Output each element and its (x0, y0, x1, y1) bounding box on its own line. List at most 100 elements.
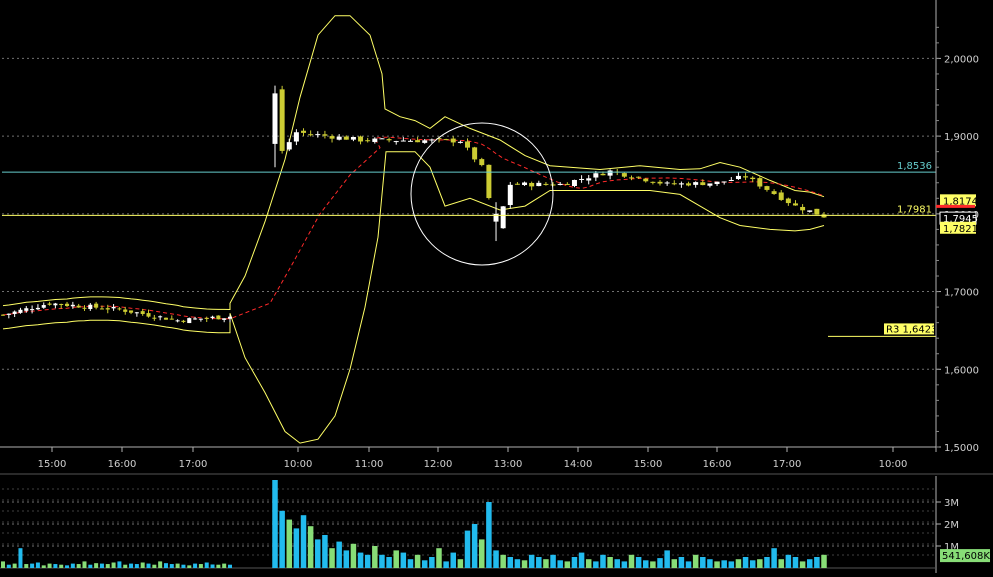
gridlines (2, 57, 936, 556)
volume-bar-102 (714, 561, 720, 568)
candle-body-91 (636, 176, 642, 178)
candle-body-7 (41, 305, 46, 308)
x-tick-label-8: 15:00 (634, 459, 663, 470)
candle-body-39 (227, 316, 233, 319)
volume-bar-113 (792, 557, 799, 568)
volume-bar-89 (621, 561, 628, 568)
volume-bar-5 (30, 563, 35, 568)
volume-bar-103 (721, 560, 727, 568)
x-tick-label-0: 15:00 (38, 459, 67, 470)
price-tag-label-2: 1,7821 (943, 224, 978, 235)
candle-body-49 (336, 136, 342, 140)
candle-body-111 (778, 192, 784, 200)
candle-body-77 (536, 182, 542, 187)
candle-body-116 (814, 208, 820, 215)
candle-body-102 (714, 181, 720, 185)
candle-body-9 (53, 303, 58, 306)
volume-bar-110 (771, 548, 777, 568)
candle-body-99 (693, 182, 699, 185)
volume-bar-100 (700, 557, 706, 568)
x-tick-label-7: 14:00 (564, 459, 593, 470)
candle-body-89 (621, 173, 627, 177)
candle-body-81 (564, 183, 570, 185)
candle-body-82 (571, 179, 577, 186)
volume-bar-34 (198, 564, 203, 568)
volume-bar-25 (146, 563, 151, 568)
volume-bar-6 (35, 562, 40, 568)
volume-bar-56 (386, 557, 392, 568)
volume-bar-116 (814, 557, 820, 568)
x-tick-label-4: 11:00 (355, 459, 384, 470)
volume-bar-92 (643, 560, 649, 568)
volume-bar-15 (88, 564, 93, 568)
candle-body-30 (175, 320, 180, 322)
candle-body-22 (129, 310, 134, 313)
volume-bar-72 (500, 554, 506, 568)
candle-body-86 (600, 173, 606, 176)
candle-body-32 (187, 318, 192, 324)
volume-bar-52 (357, 552, 364, 568)
volume-bar-59 (407, 559, 414, 568)
vol-tick-label-2: 3M (944, 498, 959, 509)
volume-bar-40 (272, 480, 278, 568)
candle-body-36 (210, 316, 215, 318)
volume-bar-42 (286, 519, 293, 568)
candle-body-19 (111, 306, 116, 309)
candle-body-45 (308, 134, 314, 136)
volume-bar-67 (464, 530, 471, 568)
volume-bar-29 (169, 564, 174, 568)
candle-body-69 (479, 159, 485, 166)
candle-body-11 (64, 303, 70, 306)
candle-body-105 (735, 175, 741, 180)
volume-bar-75 (521, 560, 528, 568)
volume-bar-30 (175, 563, 180, 568)
candle-body-10 (59, 303, 64, 305)
chart-svg[interactable]: 1,8536 1,7981 R3 1,6423 1,5000 1,6000 1,7000… (0, 0, 993, 573)
volume-bar-96 (671, 559, 678, 568)
volume-bar-99 (692, 554, 699, 568)
candle-body-57 (393, 141, 399, 143)
candle-body-97 (678, 183, 684, 185)
candle-body-94 (657, 181, 663, 184)
x-tick-label-9: 16:00 (703, 459, 732, 470)
volume-bar-74 (514, 559, 521, 568)
volume-bar-12 (70, 563, 75, 568)
volume-bar-31 (181, 564, 186, 568)
candle-body-53 (365, 140, 371, 142)
volume-bar-47 (322, 535, 328, 568)
candle-body-93 (650, 181, 656, 183)
volume-bar-4 (24, 564, 29, 568)
candle-body-64 (443, 139, 449, 141)
volume-bar-45 (307, 526, 314, 568)
candle-body-72 (500, 206, 506, 229)
x-tick-label-11: 10:00 (879, 459, 908, 470)
candle-body-52 (358, 136, 364, 142)
candle-body-83 (579, 178, 585, 180)
candle-body-54 (372, 138, 378, 142)
volume-bar-66 (457, 559, 464, 568)
candle-body-96 (671, 183, 677, 185)
volume-bar-11 (65, 565, 70, 568)
axis-labels: 1,50001,60001,70001,80001,90002,00001,81… (38, 26, 990, 563)
volume-bar-83 (578, 552, 585, 568)
volume-bar-28 (163, 563, 168, 568)
volume-bar-20 (117, 561, 122, 568)
candle-body-1 (6, 313, 11, 315)
x-tick-label-6: 13:00 (494, 459, 523, 470)
volume-bar-17 (99, 563, 104, 568)
candle-body-15 (88, 304, 93, 309)
candle-body-25 (146, 313, 151, 317)
volume-bar-93 (650, 561, 656, 568)
candles (0, 85, 827, 324)
level-label-1: 1,7981 (897, 204, 932, 215)
volume-bar-80 (557, 560, 563, 568)
volume-bar-108 (757, 559, 763, 568)
candle-body-101 (707, 183, 713, 186)
candle-body-68 (472, 147, 478, 160)
volume-bar-111 (778, 559, 784, 568)
volume-bar-64 (443, 561, 449, 568)
volume-bar-98 (685, 561, 692, 568)
axes (0, 0, 993, 573)
volume-bar-106 (742, 557, 749, 568)
volume-bar-63 (436, 548, 442, 568)
